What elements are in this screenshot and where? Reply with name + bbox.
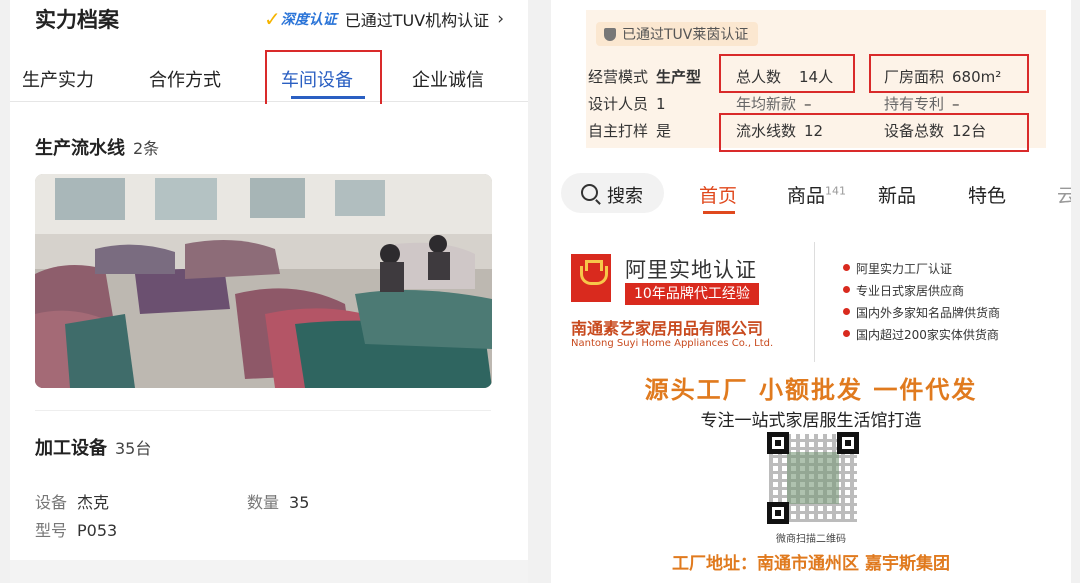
production-line-heading: 生产流水线 2条	[35, 134, 159, 160]
qr-code[interactable]	[767, 432, 859, 524]
shield-icon	[604, 27, 616, 41]
tab-products-label: 商品	[787, 185, 826, 207]
slogan: 源头工厂 小额批发 一件代发	[644, 376, 978, 404]
factory-photo[interactable]	[35, 174, 492, 388]
stat-annual-new: 年均新款 –	[736, 93, 812, 114]
highlight-box	[719, 54, 855, 93]
stat-business-mode: 经营模式 生产型	[588, 66, 701, 87]
sub-slogan: 专注一站式家居服生活馆打造	[700, 411, 922, 431]
model-value: P053	[77, 521, 118, 540]
tuv-badge-text: 已通过TUV莱茵认证	[622, 27, 749, 43]
stat-value: 生产型	[656, 68, 702, 86]
qr-finder	[837, 432, 859, 454]
highlight-box	[719, 113, 1029, 152]
crown-logo-icon	[571, 254, 611, 302]
model-label: 型号	[35, 521, 68, 540]
processing-equipment-label: 加工设备	[35, 438, 107, 459]
store-banner: 阿里实地认证 10年品牌代工经验 南通素艺家居用品有限公司 Nantong Su…	[551, 232, 1071, 583]
company-name-cn: 南通素艺家居用品有限公司	[571, 319, 764, 338]
tab-integrity[interactable]: 企业诚信	[412, 66, 484, 92]
quantity-label: 数量	[247, 493, 280, 512]
factory-scene	[35, 174, 492, 388]
tab-featured[interactable]: 特色	[968, 181, 1006, 208]
ali-certification-title: 阿里实地认证	[625, 258, 757, 282]
active-tab-indicator	[703, 211, 735, 214]
stat-self-sampling: 自主打样是	[588, 120, 671, 141]
stat-patents: 持有专利 –	[884, 93, 960, 114]
right-panel: 已通过TUV莱茵认证 经营模式 生产型 总人数 14人 厂房面积 680m² 设计人员…	[551, 0, 1071, 583]
tab-production-strength[interactable]: 生产实力	[22, 66, 94, 92]
quantity-value: 35	[289, 493, 310, 512]
stat-label: 自主打样	[588, 122, 649, 140]
certification-link[interactable]: ✓ 深度认证 已通过TUV机构认证 ›	[263, 7, 504, 31]
feature-item: 阿里实力工厂认证	[842, 262, 953, 276]
stat-label: 经营模式	[588, 68, 649, 86]
highlight-box	[869, 54, 1029, 93]
product-count: 141	[825, 184, 847, 198]
feature-item: 国内外多家知名品牌供货商	[842, 306, 1001, 320]
device-value: 杰克	[77, 493, 110, 512]
tab-products[interactable]: 商品141	[787, 181, 846, 208]
stat-value: 是	[656, 122, 672, 140]
stat-label: 设计人员	[588, 95, 649, 113]
qr-finder	[767, 502, 789, 524]
qr-blur	[787, 452, 839, 504]
left-panel: 实力档案 ✓ 深度认证 已通过TUV机构认证 › 生产实力 合作方式 车间设备 …	[10, 0, 528, 583]
search-icon	[581, 184, 598, 201]
checkmark-icon: ✓	[263, 7, 281, 31]
model-row: 型号 P053	[35, 517, 117, 541]
feature-item: 国内超过200家实体供货商	[843, 328, 999, 342]
chevron-right-icon: ›	[497, 9, 504, 29]
feature-item: 专业日式家居供应商	[842, 284, 965, 298]
stat-label: 持有专利	[884, 95, 945, 113]
tab-home[interactable]: 首页	[699, 181, 737, 208]
qr-caption: 微商扫描二维码	[776, 534, 846, 545]
banner-divider	[814, 242, 815, 362]
search-button[interactable]: 搜索	[561, 173, 664, 213]
certification-text: 已通过TUV机构认证	[344, 11, 490, 30]
qr-finder	[767, 432, 789, 454]
page-title: 实力档案	[35, 8, 119, 32]
experience-tag: 10年品牌代工经验	[625, 283, 759, 305]
tab-new-products[interactable]: 新品	[878, 181, 916, 208]
tab-cloud[interactable]: 云	[1057, 181, 1071, 208]
workshop-content: 生产流水线 2条 加工设备 35台 设备 杰克 数量 35 型号 P053	[10, 104, 528, 583]
certification-brand: 深度认证	[280, 12, 337, 28]
stat-value: 1	[656, 95, 666, 113]
processing-equipment-heading: 加工设备 35台	[35, 434, 151, 460]
stat-label: 年均新款	[736, 95, 797, 113]
section-divider	[35, 410, 491, 411]
tuv-badge: 已通过TUV莱茵认证	[596, 22, 759, 46]
tab-cooperation[interactable]: 合作方式	[149, 66, 221, 92]
stat-designers: 设计人员 1	[588, 93, 666, 114]
processing-equipment-count: 35台	[115, 439, 152, 458]
stat-value: –	[804, 95, 812, 113]
company-name-en: Nantong Suyi Home Appliances Co., Ltd.	[571, 338, 774, 349]
production-line-label: 生产流水线	[35, 138, 125, 159]
quantity-row: 数量 35	[247, 489, 309, 513]
device-row: 设备 杰克	[35, 489, 109, 513]
search-label: 搜索	[607, 186, 643, 207]
factory-address: 工厂地址：南通市通州区 嘉宇斯集团	[672, 554, 950, 574]
stat-value: –	[952, 95, 960, 113]
device-label: 设备	[35, 493, 68, 512]
profile-header: 实力档案 ✓ 深度认证 已通过TUV机构认证 ›	[10, 0, 528, 44]
bottom-spacer	[10, 560, 528, 583]
production-line-count: 2条	[133, 139, 160, 158]
